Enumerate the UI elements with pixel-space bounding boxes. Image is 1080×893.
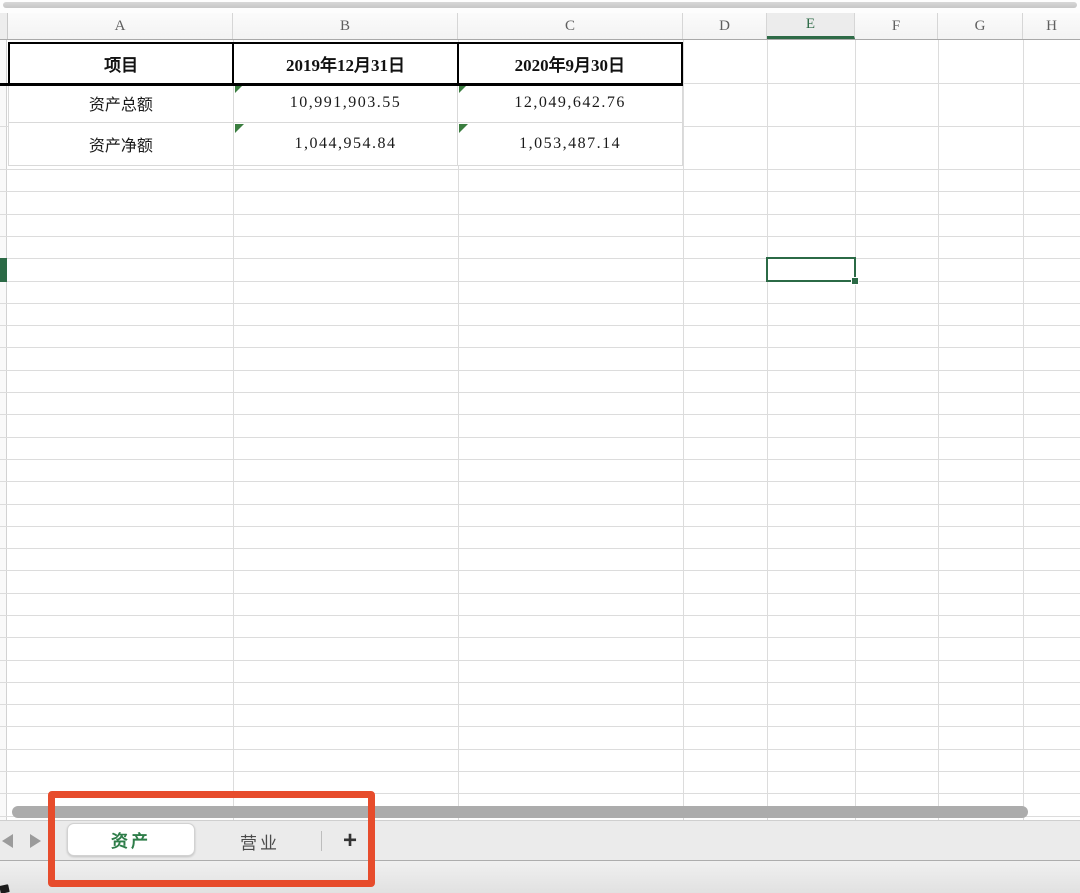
selected-row-indicator <box>0 258 7 282</box>
formula-bar-divider <box>3 2 1077 8</box>
header-cell-date-2019[interactable]: 2019年12月31日 <box>234 44 458 83</box>
cell-net-assets-2020[interactable]: 1,053,487.14 <box>458 123 683 165</box>
cell-value: 10,991,903.55 <box>290 94 402 112</box>
column-header-a[interactable]: A <box>8 13 233 39</box>
selected-cell-outline[interactable] <box>766 257 856 282</box>
cell-value: 1,044,954.84 <box>295 135 397 153</box>
header-cell-item[interactable]: 项目 <box>10 44 234 83</box>
cell-label-total-assets[interactable]: 资产总额 <box>9 83 234 123</box>
cell-value: 1,053,487.14 <box>519 135 621 153</box>
sheet-grid[interactable]: 项目 2019年12月31日 2020年9月30日 资产总额 10,991,90… <box>0 40 1080 820</box>
column-header-f[interactable]: F <box>855 13 938 39</box>
column-header-row: A B C D E F G H <box>0 13 1080 40</box>
column-header-d[interactable]: D <box>683 13 767 39</box>
cell-total-assets-2019[interactable]: 10,991,903.55 <box>234 83 459 123</box>
column-header-h[interactable]: H <box>1023 13 1080 39</box>
table-header-bottom-border <box>0 83 683 86</box>
error-indicator-icon <box>459 124 468 133</box>
column-header-c[interactable]: C <box>458 13 683 39</box>
header-cell-date-2020[interactable]: 2020年9月30日 <box>459 44 683 83</box>
cell-net-assets-2019[interactable]: 1,044,954.84 <box>234 123 459 165</box>
formula-bar-edge <box>0 0 1080 13</box>
sheet-prev-icon[interactable] <box>2 834 13 848</box>
sheet-next-icon[interactable] <box>30 834 41 848</box>
column-header-g[interactable]: G <box>938 13 1023 39</box>
column-header-e-selected[interactable]: E <box>767 13 855 39</box>
cell-value: 12,049,642.76 <box>514 94 626 112</box>
column-header-b[interactable]: B <box>233 13 458 39</box>
table-header-row: 项目 2019年12月31日 2020年9月30日 <box>8 42 683 83</box>
cell-label-net-assets[interactable]: 资产净额 <box>9 123 234 165</box>
spreadsheet-window: A B C D E F G H 项目 2019年12月31日 2020年9月30… <box>0 0 1080 893</box>
cropped-text-artifact <box>0 884 10 893</box>
table-row-total-assets: 资产总额 10,991,903.55 12,049,642.76 <box>8 83 683 123</box>
error-indicator-icon <box>235 124 244 133</box>
row-header-sliver <box>0 40 7 820</box>
table-row-net-assets: 资产净额 1,044,954.84 1,053,487.14 <box>8 123 683 166</box>
annotation-rectangle <box>48 791 375 887</box>
asset-table: 项目 2019年12月31日 2020年9月30日 资产总额 10,991,90… <box>8 42 683 166</box>
select-all-corner[interactable] <box>0 13 8 39</box>
fill-handle[interactable] <box>851 277 859 285</box>
cell-total-assets-2020[interactable]: 12,049,642.76 <box>458 83 683 123</box>
